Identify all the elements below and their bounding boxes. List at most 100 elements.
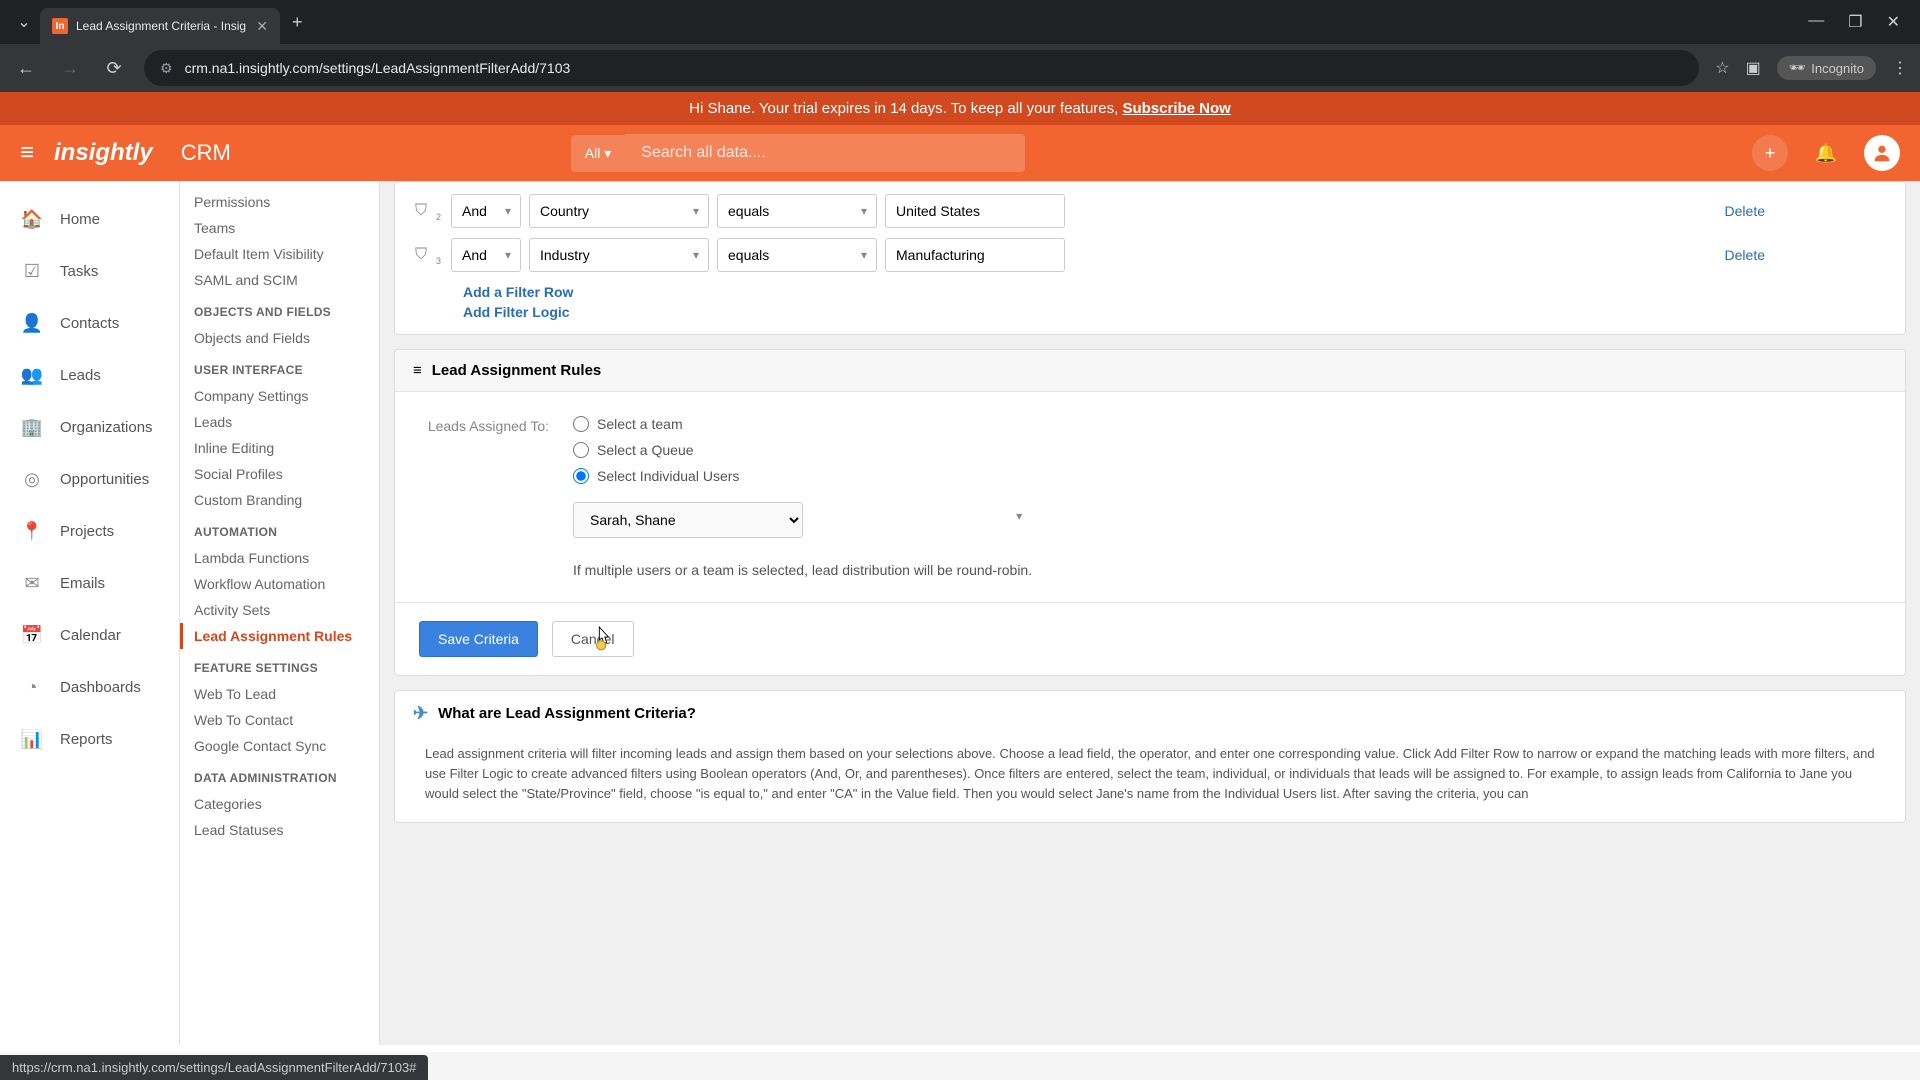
radio-input[interactable] [573,442,589,458]
add-filter-row-link[interactable]: Add a Filter Row [463,282,1885,302]
rules-icon: ≡ [413,362,422,379]
orgs-icon: 🏢 [20,415,44,439]
back-button[interactable]: ← [12,54,40,82]
nav-item-contacts[interactable]: 👤Contacts [0,297,179,349]
radio-option[interactable]: Select a team [573,416,1032,432]
settings-item[interactable]: SAML and SCIM [180,267,379,293]
settings-item[interactable]: Default Item Visibility [180,241,379,267]
close-window-icon[interactable]: ✕ [1887,12,1900,32]
settings-item[interactable]: Lambda Functions [180,545,379,571]
logic-select[interactable]: And [451,194,521,228]
bookmark-icon[interactable]: ☆ [1715,58,1729,78]
nav-item-dashboards[interactable]: ◔Dashboards [0,661,179,713]
incognito-badge[interactable]: 🕶 Incognito [1777,56,1876,80]
nav-label: Reports [60,731,113,748]
value-input[interactable] [885,238,1065,272]
nav-item-projects[interactable]: 📍Projects [0,505,179,557]
avatar[interactable] [1864,135,1900,171]
nav-item-organizations[interactable]: 🏢 Organizations [0,401,179,453]
search-scope-dropdown[interactable]: All ▾ [571,135,625,172]
operator-select[interactable]: equals [717,238,877,272]
field-select[interactable]: Industry [529,238,709,272]
settings-item[interactable]: Lead Statuses [180,817,379,843]
maximize-icon[interactable]: ❐ [1848,12,1862,32]
site-settings-icon[interactable]: ⚙ [160,60,173,77]
logo[interactable]: insightly [54,139,153,167]
filter-panel: ⛉2 And Country equals Delete ⛉3 And Indu… [394,181,1906,335]
notifications-icon[interactable]: 🔔 [1808,135,1844,171]
settings-item[interactable]: Google Contact Sync [180,733,379,759]
nav-label: Contacts [60,315,119,332]
value-input[interactable] [885,194,1065,228]
browser-tab[interactable]: In Lead Assignment Criteria - Insig ✕ [40,8,280,44]
settings-item[interactable]: Company Settings [180,383,379,409]
field-select[interactable]: Country [529,194,709,228]
hamburger-icon[interactable]: ≡ [20,139,34,167]
new-tab-button[interactable]: + [292,12,303,33]
rules-title: Lead Assignment Rules [432,362,601,379]
emails-icon: ✉ [20,571,44,595]
nav-item-opportunities[interactable]: ◎ Opportunities [0,453,179,505]
forward-button[interactable]: → [56,54,84,82]
radio-option[interactable]: Select Individual Users [573,468,1032,484]
settings-item[interactable]: Leads [180,409,379,435]
opps-icon: ◎ [20,467,44,491]
filter-icon: ⛉2 [415,202,443,220]
nav-label: Opportunities [60,471,149,488]
nav-item-calendar[interactable]: 📅Calendar [0,609,179,661]
tab-title: Lead Assignment Criteria - Insig [76,19,248,33]
search-input[interactable] [625,134,1025,172]
logic-select[interactable]: And [451,238,521,272]
settings-item[interactable]: Lead Assignment Rules [180,623,379,649]
dash-icon: ◔ [20,675,44,699]
nav-label: Home [60,211,100,228]
radio-option[interactable]: Select a Queue [573,442,1032,458]
nav-item-emails[interactable]: ✉ Emails [0,557,179,609]
settings-item[interactable]: Social Profiles [180,461,379,487]
settings-item[interactable]: Inline Editing [180,435,379,461]
delete-link[interactable]: Delete [1725,247,1765,263]
add-filter-logic-link[interactable]: Add Filter Logic [463,302,1885,322]
side-panel-icon[interactable]: ▣ [1746,58,1761,78]
help-title: What are Lead Assignment Criteria? [438,705,696,722]
settings-item[interactable]: Objects and Fields [180,325,379,351]
operator-select[interactable]: equals [717,194,877,228]
app-header: ≡ insightly CRM All ▾ + 🔔 [0,125,1920,181]
trial-text: Hi Shane. Your trial expires in 14 days.… [689,100,1122,117]
delete-link[interactable]: Delete [1725,203,1765,219]
settings-item[interactable]: Teams [180,215,379,241]
settings-item[interactable]: Activity Sets [180,597,379,623]
url-bar[interactable]: ⚙ crm.na1.insightly.com/settings/LeadAss… [144,50,1699,86]
settings-item[interactable]: Custom Branding [180,487,379,513]
tab-close-icon[interactable]: ✕ [256,18,268,35]
settings-item[interactable]: Permissions [180,189,379,215]
radio-input[interactable] [573,468,589,484]
reload-button[interactable]: ⟳ [100,54,128,82]
incognito-icon: 🕶 [1789,60,1806,76]
radio-input[interactable] [573,416,589,432]
settings-section: FEATURE SETTINGS [180,649,379,681]
settings-item[interactable]: Web To Lead [180,681,379,707]
settings-item[interactable]: Workflow Automation [180,571,379,597]
left-nav: 🏠Home☑Tasks👤Contacts👥Leads 🏢 Organizations… [0,181,180,1045]
nav-label: Emails [60,575,105,592]
minimize-icon[interactable]: — [1808,12,1824,32]
nav-label: Organizations [60,419,153,436]
nav-item-reports[interactable]: 📊Reports [0,713,179,765]
user-select[interactable]: Sarah, Shane [573,502,803,538]
settings-item[interactable]: Web To Contact [180,707,379,733]
add-button[interactable]: + [1752,135,1788,171]
content-area: ⛉2 And Country equals Delete ⛉3 And Indu… [380,181,1920,1045]
cancel-button[interactable]: Cancel [552,621,634,657]
tab-search-dropdown[interactable]: ⌄ [8,8,40,36]
nav-item-tasks[interactable]: ☑Tasks [0,245,179,297]
nav-label: Calendar [60,627,121,644]
nav-item-home[interactable]: 🏠Home [0,193,179,245]
subscribe-link[interactable]: Subscribe Now [1122,100,1230,117]
save-button[interactable]: Save Criteria [419,621,538,657]
nav-label: Leads [60,367,101,384]
filter-row: ⛉3 And Industry equals Delete [415,238,1885,272]
nav-item-leads[interactable]: 👥Leads [0,349,179,401]
settings-item[interactable]: Categories [180,791,379,817]
menu-icon[interactable]: ⋮ [1892,58,1908,78]
